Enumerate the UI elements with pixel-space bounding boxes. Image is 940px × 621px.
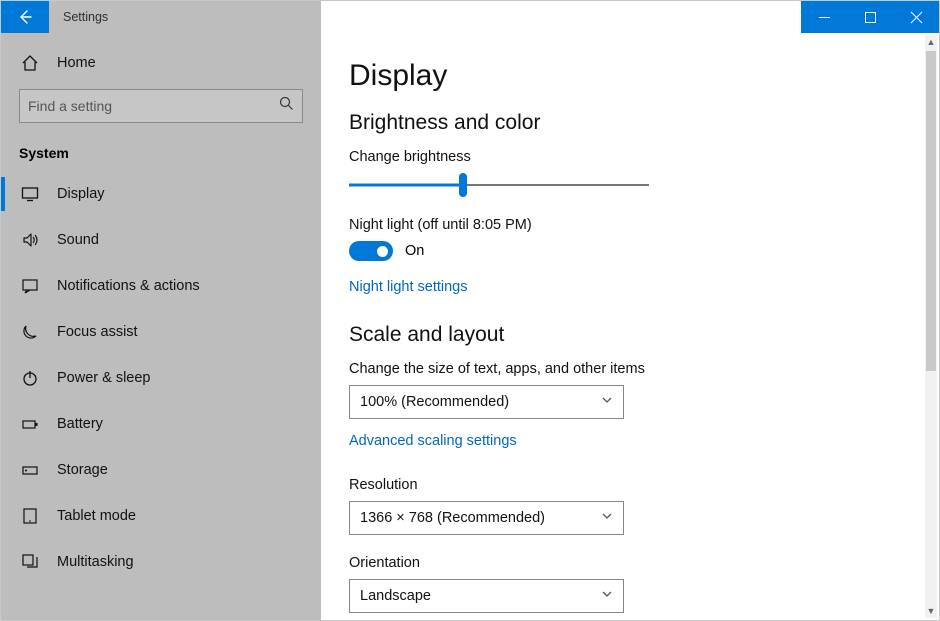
section-scale-layout: Scale and layout [349, 323, 911, 347]
minimize-button[interactable] [801, 1, 847, 33]
brightness-label: Change brightness [349, 149, 911, 165]
night-light-toggle[interactable] [349, 241, 393, 261]
app-title: Settings [49, 1, 321, 33]
scale-dropdown[interactable]: 100% (Recommended) [349, 385, 624, 419]
minimize-icon [819, 12, 830, 23]
resolution-value: 1366 × 768 (Recommended) [360, 510, 545, 526]
sidebar-item-sound[interactable]: Sound [1, 217, 321, 263]
titlebar-spacer [321, 1, 801, 33]
orientation-label: Orientation [349, 555, 911, 571]
sidebar-item-label: Multitasking [57, 554, 134, 570]
night-light-label: Night light (off until 8:05 PM) [349, 217, 911, 233]
orientation-dropdown[interactable]: Landscape [349, 579, 624, 613]
sidebar-item-label: Battery [57, 416, 103, 432]
storage-icon [19, 461, 41, 479]
home-icon [19, 54, 41, 72]
resolution-dropdown[interactable]: 1366 × 768 (Recommended) [349, 501, 624, 535]
sidebar-item-label: Display [57, 186, 105, 202]
sidebar-item-notifications[interactable]: Notifications & actions [1, 263, 321, 309]
battery-icon [19, 415, 41, 433]
close-icon [911, 12, 922, 23]
display-icon [19, 185, 41, 203]
advanced-scaling-link[interactable]: Advanced scaling settings [349, 433, 517, 449]
section-brightness-color: Brightness and color [349, 111, 911, 135]
back-button[interactable] [1, 1, 49, 33]
chevron-down-icon [601, 588, 613, 604]
sidebar-item-label: Notifications & actions [57, 278, 200, 294]
scroll-up-icon[interactable]: ▲ [925, 35, 937, 49]
page-title: Display [349, 59, 911, 93]
arrow-left-icon [17, 9, 33, 25]
tablet-icon [19, 507, 41, 525]
search-icon [279, 96, 294, 116]
sidebar: Home System Display Sound [1, 33, 321, 620]
sidebar-item-display[interactable]: Display [1, 171, 321, 217]
sidebar-item-tablet-mode[interactable]: Tablet mode [1, 493, 321, 539]
window-controls [801, 1, 939, 33]
sidebar-item-label: Tablet mode [57, 508, 136, 524]
sidebar-item-label: Storage [57, 462, 108, 478]
scrollbar[interactable]: ▲ ▼ [925, 35, 937, 618]
titlebar: Settings [1, 1, 939, 33]
resolution-label: Resolution [349, 477, 911, 493]
search-field[interactable] [28, 98, 279, 114]
sidebar-item-label: Sound [57, 232, 99, 248]
home-nav[interactable]: Home [1, 43, 321, 83]
chevron-down-icon [601, 510, 613, 526]
search-input[interactable] [19, 89, 303, 123]
focus-assist-icon [19, 323, 41, 341]
close-button[interactable] [893, 1, 939, 33]
home-label: Home [57, 55, 96, 71]
scale-value: 100% (Recommended) [360, 394, 509, 410]
slider-fill [349, 184, 463, 187]
night-light-state: On [405, 243, 424, 259]
multitasking-icon [19, 553, 41, 571]
main-content: Display Brightness and color Change brig… [321, 33, 939, 620]
scale-label: Change the size of text, apps, and other… [349, 361, 911, 377]
night-light-settings-link[interactable]: Night light settings [349, 279, 467, 295]
orientation-value: Landscape [360, 588, 431, 604]
scrollbar-thumb[interactable] [926, 51, 936, 371]
slider-thumb[interactable] [459, 173, 467, 197]
sidebar-item-label: Power & sleep [57, 370, 151, 386]
sidebar-item-multitasking[interactable]: Multitasking [1, 539, 321, 585]
maximize-icon [865, 12, 876, 23]
sidebar-item-storage[interactable]: Storage [1, 447, 321, 493]
sidebar-item-power-sleep[interactable]: Power & sleep [1, 355, 321, 401]
sidebar-item-battery[interactable]: Battery [1, 401, 321, 447]
chevron-down-icon [601, 394, 613, 410]
scroll-down-icon[interactable]: ▼ [925, 604, 937, 618]
brightness-slider[interactable] [349, 173, 649, 197]
category-label: System [1, 137, 321, 171]
notifications-icon [19, 277, 41, 295]
sidebar-item-focus-assist[interactable]: Focus assist [1, 309, 321, 355]
power-icon [19, 369, 41, 387]
sidebar-item-label: Focus assist [57, 324, 138, 340]
maximize-button[interactable] [847, 1, 893, 33]
toggle-knob [377, 246, 388, 257]
sound-icon [19, 231, 41, 249]
